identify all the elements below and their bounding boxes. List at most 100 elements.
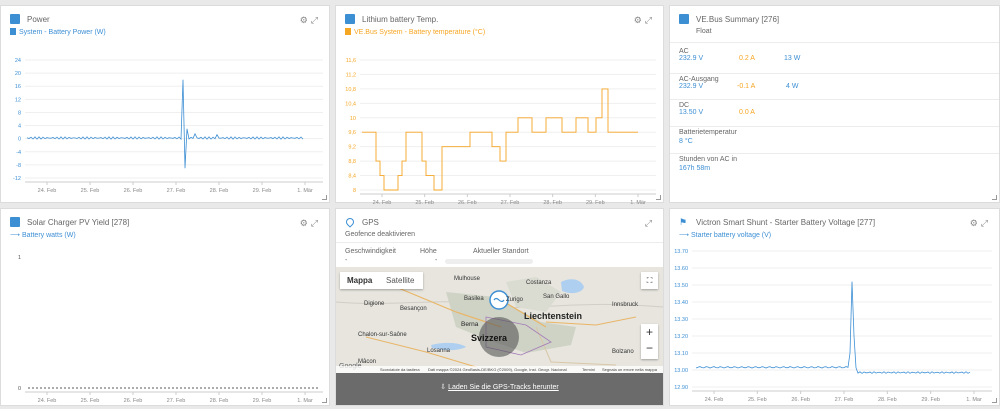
x-tick-label: 26. Feb — [124, 188, 143, 194]
x-tick-label: 25. Feb — [81, 188, 100, 194]
resize-handle[interactable] — [992, 195, 997, 200]
x-tick-label: 27. Feb — [167, 188, 186, 194]
y-tick-label: 10,8 — [345, 87, 356, 93]
geofence-toggle[interactable]: Geofence deaktivieren — [345, 231, 415, 238]
expand-icon[interactable]: ⤢ — [311, 15, 321, 25]
acout-label: AC-Ausgang — [679, 76, 719, 83]
panel-title: Lithium battery Temp. — [362, 15, 439, 24]
tab-satellite[interactable]: Satellite — [386, 276, 414, 285]
x-tick-label: 1. Mär — [630, 200, 646, 205]
shortcuts-link[interactable]: Scorciatoie da tastiera — [380, 367, 420, 372]
x-tick-label: 25. Feb — [748, 397, 767, 403]
resize-handle[interactable] — [992, 398, 997, 403]
x-tick-label: 29. Feb — [253, 398, 272, 404]
panel-tools[interactable]: ⚙⤢ — [300, 218, 321, 229]
map-view[interactable]: Mulhouse Basilea Zurigo Costanza San Gal… — [336, 267, 663, 373]
solar-chart: 1 0 24. Feb 25. Feb 26. Feb 27. Feb 28. Feb 29.… — [18, 255, 323, 404]
download-label: Laden Sie die GPS-Tracks herunter — [448, 384, 559, 391]
x-tick-label: 24. Feb — [373, 200, 392, 205]
download-icon: ⇩ — [440, 384, 449, 391]
terms-link[interactable]: Termini — [582, 367, 595, 372]
shunt-panel: ⚑ Victron Smart Shunt - Starter Battery … — [669, 208, 1000, 406]
x-tick-label: 28. Feb — [210, 398, 229, 404]
y-tick-label: 0 — [18, 137, 21, 143]
power-chart: 24 20 16 12 8 4 0 -4 -8 -12 24. Feb 25. Feb 26. Feb 2… — [13, 58, 323, 194]
legend-label: Battery watts (W) — [21, 232, 76, 239]
chart-legend[interactable]: ⟶ Battery watts (W) — [10, 231, 76, 239]
y-tick-label: 9,2 — [348, 145, 356, 151]
power-series-line — [26, 79, 304, 169]
x-tick-label: 26. Feb — [458, 200, 477, 205]
chart-legend[interactable]: ⟶ Starter battery voltage (V) — [679, 231, 771, 239]
x-tick-label: 27. Feb — [167, 398, 186, 404]
fullscreen-icon: ⛶ — [646, 276, 653, 285]
panel-icon — [10, 14, 20, 24]
expand-icon[interactable]: ⤢ — [311, 218, 321, 228]
y-tick-label: 10,4 — [345, 101, 356, 107]
map-label-zurigo: Zurigo — [506, 297, 524, 303]
dc-values: 13.50 V 0.0 A — [679, 109, 879, 119]
divider — [336, 242, 663, 243]
y-tick-label: 13.20 — [674, 334, 688, 340]
gear-icon[interactable]: ⚙ — [970, 218, 981, 228]
resize-handle[interactable] — [322, 398, 327, 403]
ac-current: 0.2 A — [739, 55, 755, 62]
panel-icon — [10, 217, 20, 227]
solar-panel: Solar Charger PV Yield [278] ⚙⤢ ⟶ Batter… — [0, 208, 330, 406]
panel-title: Power — [27, 15, 50, 24]
map-label-mulhouse: Mulhouse — [454, 276, 481, 282]
ac-voltage: 232.9 V — [679, 55, 704, 62]
y-tick-label: 13.50 — [674, 283, 688, 289]
panel-tools[interactable]: ⤢ — [645, 218, 655, 229]
expand-icon[interactable]: ⤢ — [981, 218, 991, 228]
zoom-out-button[interactable]: − — [641, 341, 658, 358]
expand-icon[interactable]: ⤢ — [645, 218, 655, 228]
x-tick-label: 1. Mar — [297, 398, 313, 404]
chart-legend[interactable]: VE.Bus System - Battery temperature (°C) — [345, 28, 485, 36]
fullscreen-button[interactable]: ⛶ — [641, 272, 658, 289]
y-tick-label: 8,4 — [348, 174, 356, 180]
gear-icon[interactable]: ⚙ — [300, 218, 311, 228]
tab-map[interactable]: Mappa — [347, 276, 372, 285]
map-label-sangallo: San Gallo — [543, 294, 570, 300]
lithium-chart: 11,6 11,2 10,8 10,4 10 9,6 9,2 8,8 8,4 8 24. Feb 25… — [345, 58, 656, 205]
dc-current: 0.0 A — [739, 109, 755, 116]
expand-icon[interactable]: ⤢ — [645, 15, 655, 25]
acout-power: 4 W — [786, 83, 799, 90]
speed-value: - — [345, 257, 348, 264]
panel-tools[interactable]: ⚙⤢ — [300, 15, 321, 26]
dc-label: DC — [679, 102, 690, 109]
height-value: - — [435, 257, 438, 264]
gear-icon[interactable]: ⚙ — [300, 15, 311, 25]
hours-row: Stunden von AC in 167h 58m — [679, 156, 737, 172]
gear-icon[interactable]: ⚙ — [634, 15, 645, 25]
y-tick-label: 9,6 — [348, 130, 356, 136]
y-tick-label: 13.00 — [674, 368, 688, 374]
hours-label: Stunden von AC in — [679, 156, 737, 163]
panel-title: VE.Bus Summary [276] — [696, 15, 780, 24]
lithium-series-line — [362, 88, 638, 191]
report-link[interactable]: Segnala un errore nella mappa — [602, 367, 657, 372]
resize-handle[interactable] — [322, 195, 327, 200]
y-tick-label: 8,8 — [348, 159, 356, 165]
map-label-costanza: Costanza — [526, 280, 552, 286]
temp-value: 8 °C — [679, 138, 693, 145]
legend-label: System - Battery Power (W) — [19, 29, 106, 36]
col-height: Höhe — [420, 248, 437, 255]
panel-tools[interactable]: ⚙⤢ — [634, 15, 655, 26]
zoom-in-button[interactable]: + — [641, 324, 658, 341]
panel-tools[interactable]: ⚙⤢ — [970, 218, 991, 229]
map-type-toggle: Mappa Satellite — [340, 272, 423, 289]
dc-row: DC 13.50 V 0.0 A — [679, 102, 879, 119]
y-tick-label: 4 — [18, 124, 21, 130]
x-tick-label: 26. Feb — [791, 397, 810, 403]
chart-legend[interactable]: System - Battery Power (W) — [10, 28, 106, 36]
x-tick-label: 26. Feb — [124, 398, 143, 404]
map-footer: Scorciatoie da tastiera Dati mappa ©2024… — [336, 366, 663, 373]
download-gps-button[interactable]: ⇩ Laden Sie die GPS-Tracks herunter — [336, 373, 663, 405]
shunt-series-line — [695, 281, 971, 374]
gps-panel: GPS ⤢ Geofence deaktivieren Geschwindigk… — [335, 208, 664, 406]
resize-handle[interactable] — [656, 195, 661, 200]
x-tick-label: 1. Mar — [966, 397, 982, 403]
x-tick-label: 29. Feb — [921, 397, 940, 403]
